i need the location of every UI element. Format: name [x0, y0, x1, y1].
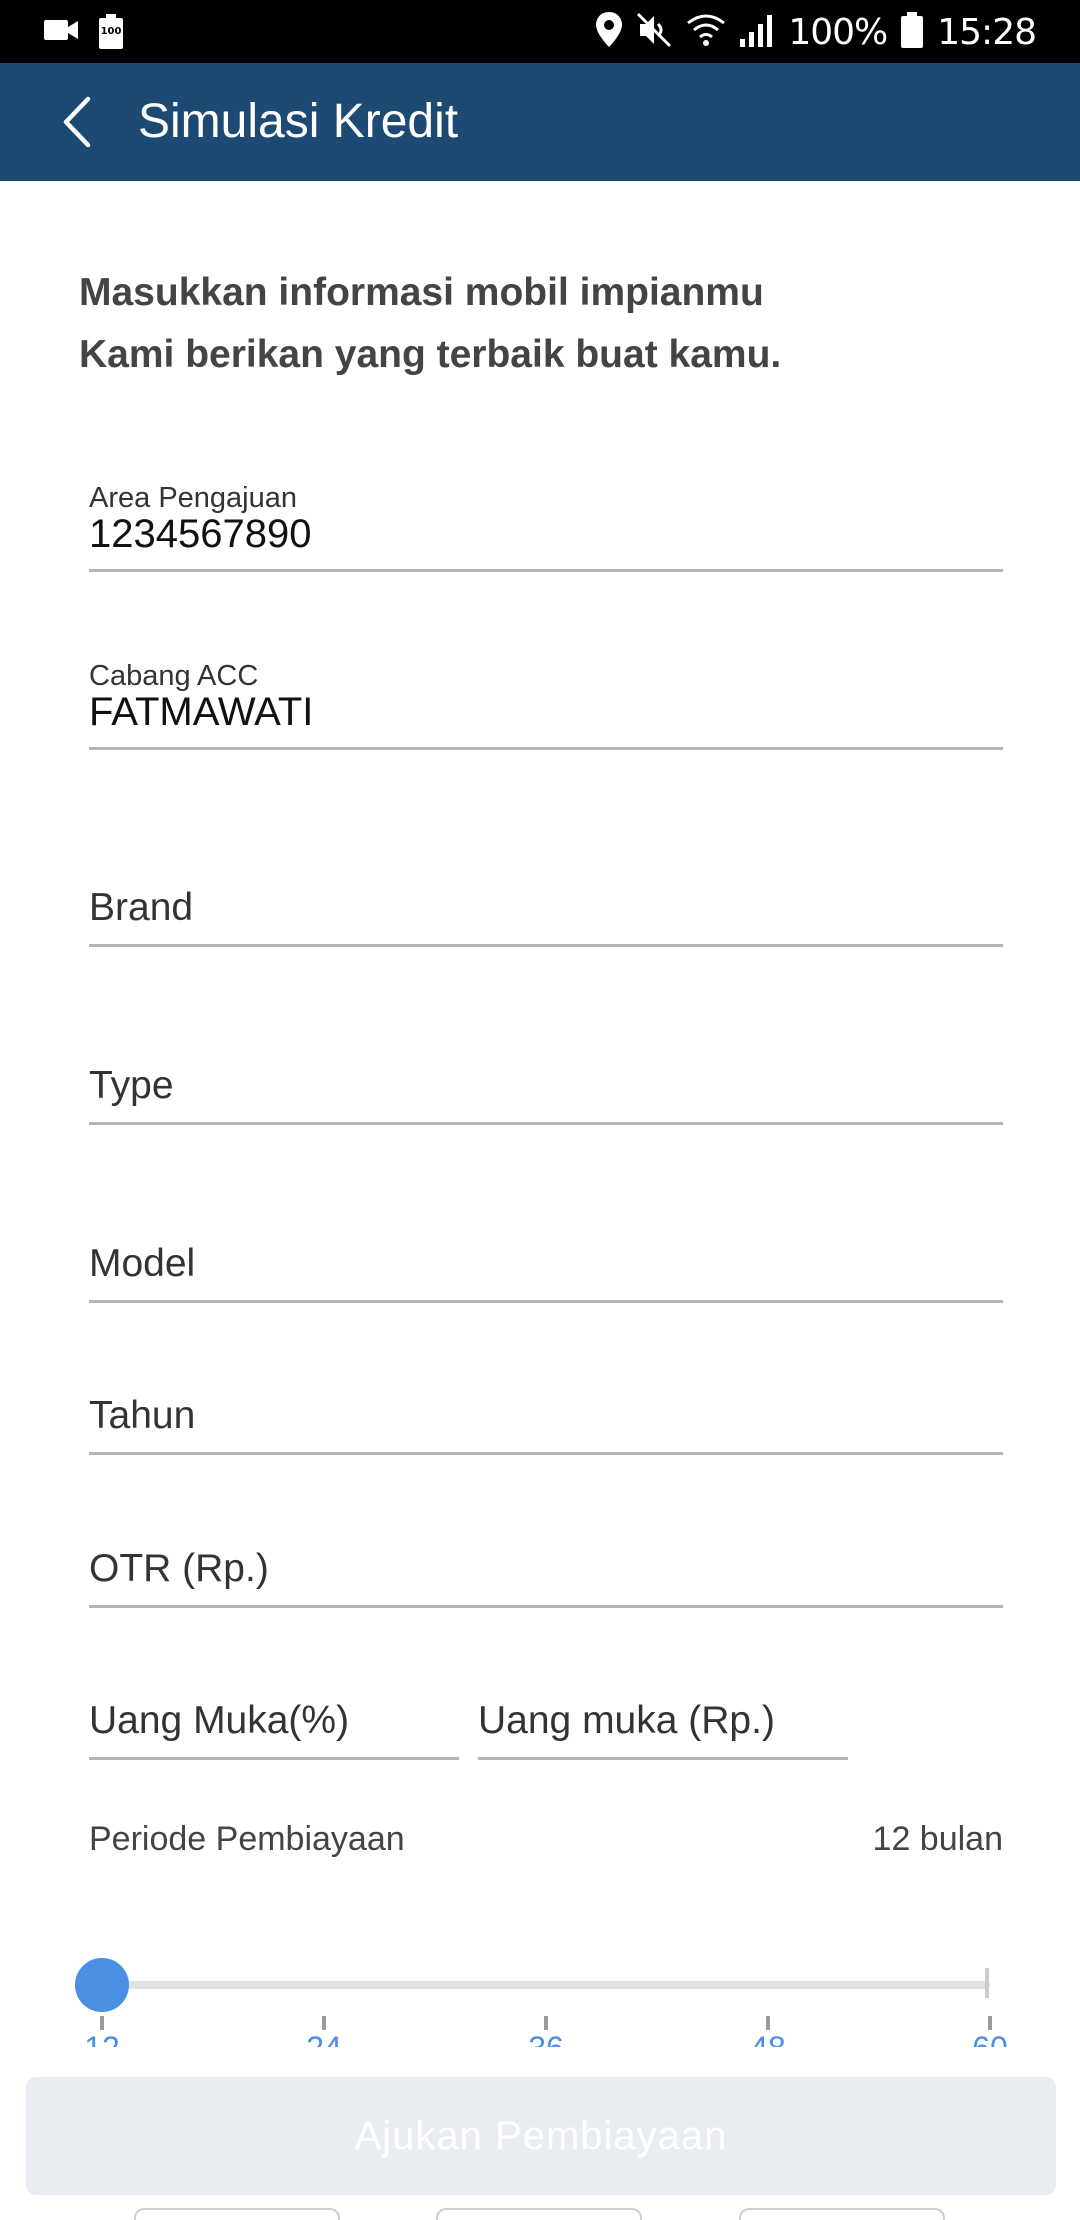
- tahun-field[interactable]: Tahun: [89, 1365, 1003, 1455]
- period-tick-label: 24: [306, 2032, 342, 2047]
- area-pengajuan-field[interactable]: Area Pengajuan 1234567890: [89, 482, 1003, 572]
- bottom-tab-3[interactable]: [739, 2208, 945, 2220]
- cabang-acc-label: Cabang ACC: [89, 660, 259, 692]
- ajukan-pembiayaan-label: Ajukan Pembiayaan: [354, 2113, 728, 2158]
- period-slider-end-marker: [985, 1968, 989, 1998]
- period-tick-mark: [322, 2016, 326, 2030]
- intro-line-1: Masukkan informasi mobil impianmu: [79, 271, 764, 314]
- period-tick-mark: [544, 2016, 548, 2030]
- screen: 100 100% 15:28 Simulasi Kredit Masukkan …: [0, 0, 1080, 2220]
- signal-icon: [740, 13, 774, 52]
- battery-percent: 100%: [788, 11, 888, 53]
- period-tick-mark: [988, 2016, 992, 2030]
- otr-field[interactable]: OTR (Rp.): [89, 1518, 1003, 1608]
- uang-muka-rp-field[interactable]: Uang muka (Rp.): [478, 1670, 848, 1760]
- back-arrow-icon: [63, 96, 91, 148]
- type-placeholder: Type: [89, 1064, 174, 1107]
- uang-muka-rp-placeholder: Uang muka (Rp.): [478, 1699, 775, 1742]
- status-right: 100% 15:28: [596, 8, 1037, 56]
- period-tick-mark: [100, 2016, 104, 2030]
- battery-saver-badge: 100: [100, 26, 122, 37]
- intro-text: Masukkan informasi mobil impianmu Kami b…: [79, 262, 1019, 386]
- periode-pembiayaan-value: 12 bulan: [872, 1820, 1003, 1858]
- battery-icon: [901, 11, 924, 53]
- mute-icon: [636, 12, 672, 53]
- back-button[interactable]: [40, 85, 114, 159]
- area-pengajuan-label: Area Pengajuan: [89, 482, 297, 514]
- otr-placeholder: OTR (Rp.): [89, 1547, 269, 1590]
- intro-line-2: Kami berikan yang terbaik buat kamu.: [79, 333, 782, 376]
- app-bar: Simulasi Kredit: [0, 63, 1080, 181]
- period-slider-track[interactable]: [102, 1981, 990, 1989]
- type-field[interactable]: Type: [89, 1035, 1003, 1125]
- period-tick-label: 60: [972, 2032, 1008, 2047]
- page-title: Simulasi Kredit: [138, 95, 459, 148]
- bottom-tab-1[interactable]: [134, 2208, 340, 2220]
- bottom-tab-2[interactable]: [436, 2208, 642, 2220]
- brand-placeholder: Brand: [89, 886, 194, 929]
- status-bar: 100 100% 15:28: [0, 0, 1080, 63]
- period-tick-mark: [766, 2016, 770, 2030]
- status-time: 15:28: [937, 11, 1037, 53]
- ajukan-pembiayaan-button[interactable]: Ajukan Pembiayaan: [26, 2077, 1056, 2195]
- battery-saver-icon: 100: [98, 14, 124, 50]
- period-tick-label: 48: [750, 2032, 786, 2047]
- video-camera-icon: [44, 17, 80, 48]
- area-pengajuan-value: 1234567890: [89, 512, 312, 556]
- periode-pembiayaan-label: Periode Pembiayaan: [89, 1820, 405, 1858]
- tahun-placeholder: Tahun: [89, 1394, 196, 1437]
- period-tick-label: 12: [84, 2032, 120, 2047]
- model-field[interactable]: Model: [89, 1213, 1003, 1303]
- brand-field[interactable]: Brand: [89, 857, 1003, 947]
- period-slider-thumb[interactable]: [75, 1958, 129, 2012]
- uang-muka-percent-placeholder: Uang Muka(%): [89, 1699, 350, 1742]
- status-left: 100: [44, 14, 124, 50]
- cabang-acc-value: FATMAWATI: [89, 690, 314, 734]
- model-placeholder: Model: [89, 1242, 196, 1285]
- uang-muka-percent-field[interactable]: Uang Muka(%): [89, 1670, 459, 1760]
- cabang-acc-field[interactable]: Cabang ACC FATMAWATI: [89, 660, 1003, 750]
- period-tick-labels: 12 24 36 48 60: [0, 2032, 1080, 2047]
- period-tick-label: 36: [528, 2032, 564, 2047]
- wifi-icon: [686, 13, 726, 52]
- location-icon: [596, 11, 623, 53]
